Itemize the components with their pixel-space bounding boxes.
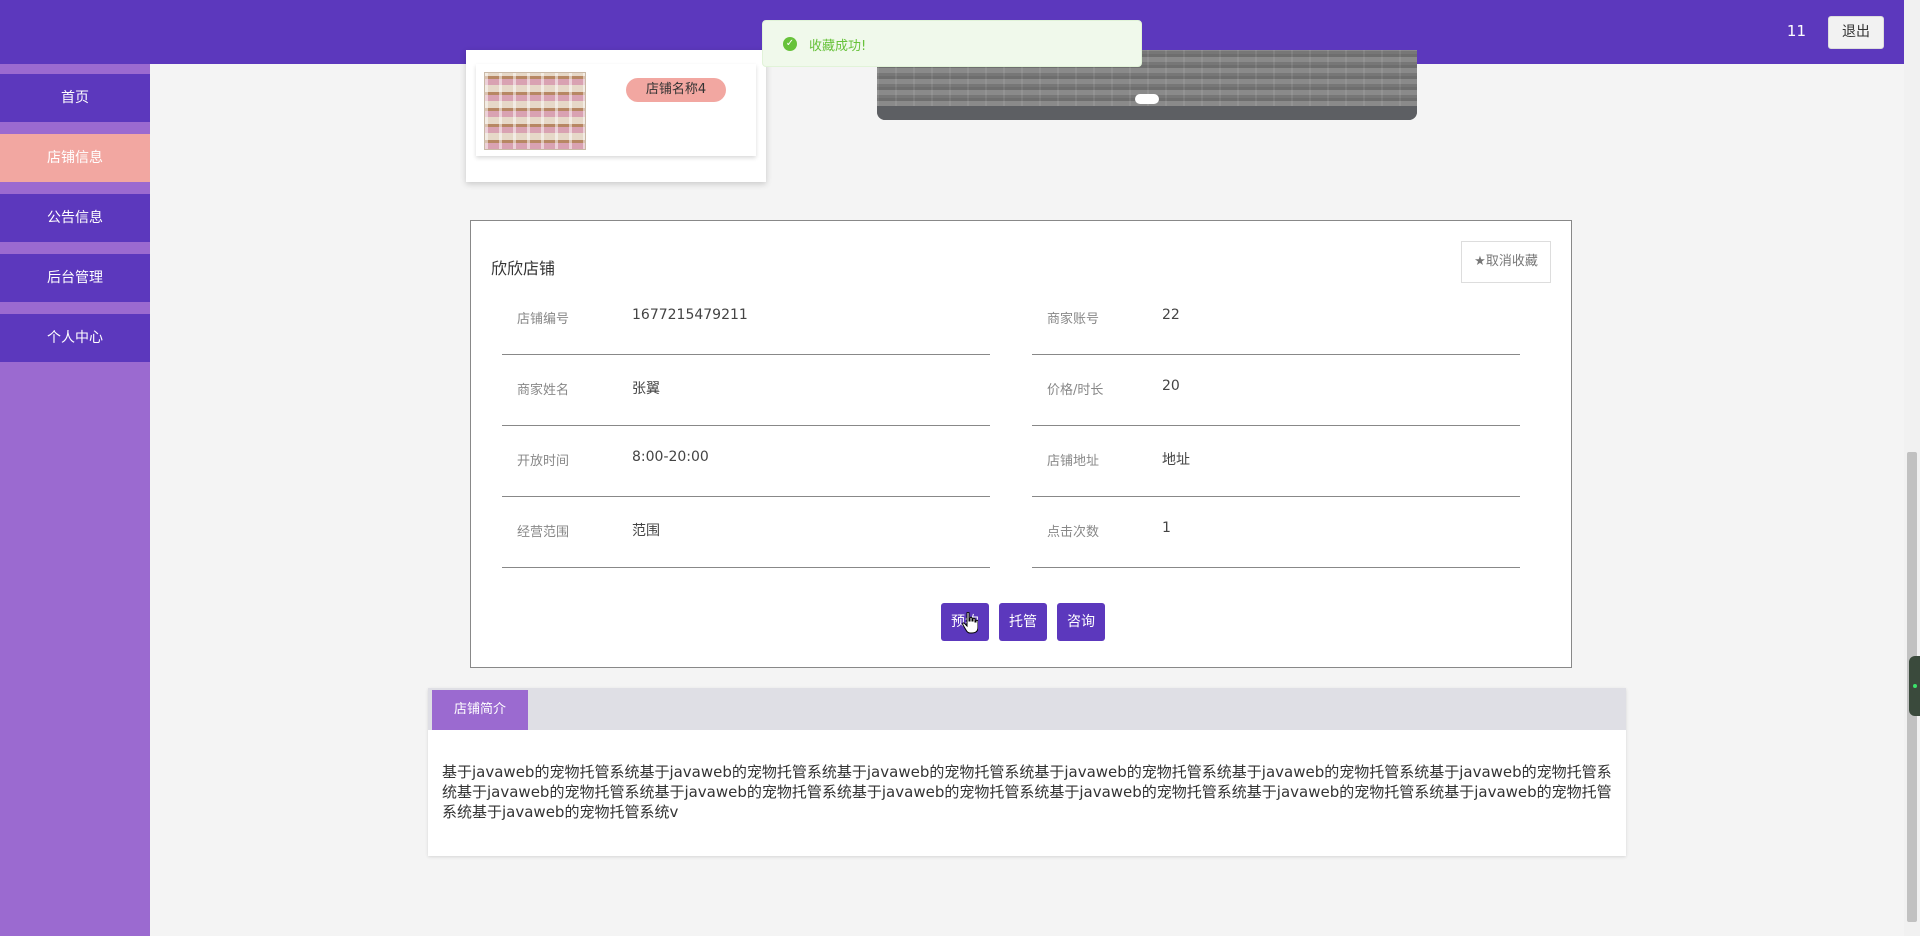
side-widget-tab[interactable] [1909, 656, 1920, 716]
sidebar-item-home[interactable]: 首页 [0, 74, 150, 122]
field-open-hours: 开放时间 8:00-20:00 [502, 426, 990, 497]
unfavorite-label: 取消收藏 [1485, 254, 1538, 269]
field-label: 商家姓名 [517, 383, 570, 398]
thumbnail-item[interactable]: 店铺名称4 [476, 64, 756, 156]
hand-cursor-icon [962, 612, 978, 634]
store-intro-text: 基于javaweb的宠物托管系统基于javaweb的宠物托管系统基于javawe… [442, 763, 1612, 821]
sidebar-item-profile[interactable]: 个人中心 [0, 314, 150, 362]
star-icon: ★ [1474, 254, 1486, 269]
thumbnail-card: 店铺名称4 [466, 50, 766, 182]
status-dot-icon [1913, 684, 1917, 688]
field-label: 店铺地址 [1047, 454, 1100, 469]
field-value: 22 [1162, 307, 1180, 323]
sidebar: 首页 店铺信息 公告信息 后台管理 个人中心 [0, 64, 150, 936]
host-button[interactable]: 托管 [999, 603, 1047, 641]
sidebar-item-admin[interactable]: 后台管理 [0, 254, 150, 302]
field-click-count: 点击次数 1 [1032, 497, 1520, 568]
store-detail-panel: 欣欣店铺 ★取消收藏 店铺编号 1677215479211 商家账号 22 商家… [470, 220, 1572, 668]
sidebar-item-store-info[interactable]: 店铺信息 [0, 134, 150, 182]
store-thumbnail-image[interactable] [484, 72, 586, 150]
store-intro-section: 店铺简介 基于javaweb的宠物托管系统基于javaweb的宠物托管系统基于j… [428, 688, 1626, 856]
field-value: 8:00-20:00 [632, 449, 709, 465]
field-value: 1 [1162, 520, 1171, 536]
field-store-address: 店铺地址 地址 [1032, 426, 1520, 497]
field-label: 店铺编号 [517, 312, 570, 327]
intro-tab-bar: 店铺简介 [428, 688, 1626, 730]
consult-button[interactable]: 咨询 [1057, 603, 1105, 641]
field-value: 20 [1162, 378, 1180, 394]
field-price-duration: 价格/时长 20 [1032, 355, 1520, 426]
unfavorite-button[interactable]: ★取消收藏 [1461, 241, 1551, 283]
toast-message: 收藏成功! [809, 39, 867, 54]
field-value: 地址 [1162, 452, 1190, 468]
field-label: 开放时间 [517, 454, 570, 469]
thumbnail-store-name: 店铺名称4 [626, 78, 726, 102]
sidebar-item-announcements[interactable]: 公告信息 [0, 194, 150, 242]
field-store-id: 店铺编号 1677215479211 [502, 284, 990, 355]
field-label: 点击次数 [1047, 525, 1100, 540]
photo-curb [877, 106, 1417, 120]
field-value: 张翼 [632, 381, 660, 397]
username: 11 [1786, 22, 1806, 40]
field-merchant-account: 商家账号 22 [1032, 284, 1520, 355]
field-label: 经营范围 [517, 525, 570, 540]
field-business-scope: 经营范围 范围 [502, 497, 990, 568]
logout-button[interactable]: 退出 [1828, 16, 1884, 49]
success-toast: ✓ 收藏成功! [762, 20, 1142, 67]
check-circle-icon: ✓ [783, 37, 797, 51]
store-title: 欣欣店铺 [491, 259, 556, 278]
tab-store-intro[interactable]: 店铺简介 [432, 690, 528, 730]
field-label: 商家账号 [1047, 312, 1100, 327]
field-value: 范围 [632, 523, 660, 539]
field-label: 价格/时长 [1047, 383, 1104, 398]
carousel-indicator[interactable] [1135, 94, 1159, 104]
field-merchant-name: 商家姓名 张翼 [502, 355, 990, 426]
field-value: 1677215479211 [632, 307, 748, 323]
